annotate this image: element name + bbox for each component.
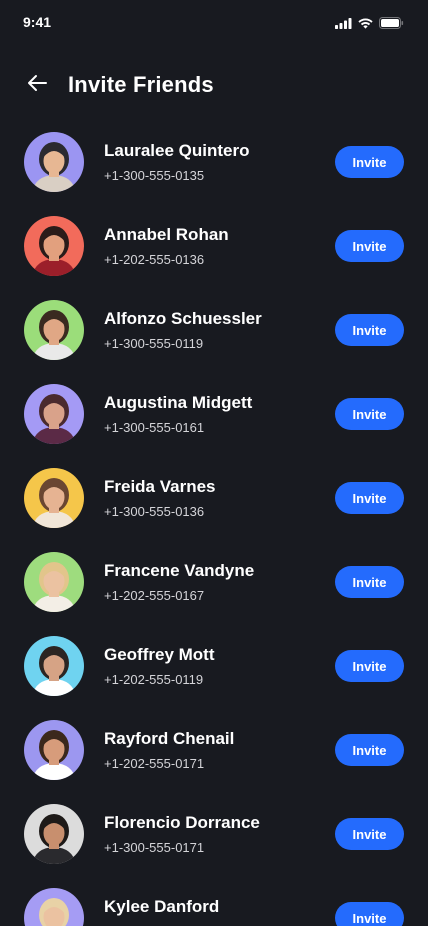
- friend-phone: +1-300-555-0136: [104, 504, 205, 519]
- avatar[interactable]: [24, 804, 84, 864]
- friend-name: Augustina Midgett: [104, 393, 253, 412]
- invite-button[interactable]: Invite: [335, 482, 404, 514]
- avatar-photo: [24, 804, 84, 864]
- invite-button[interactable]: Invite: [335, 734, 404, 766]
- invite-button[interactable]: Invite: [335, 230, 404, 262]
- friend-name: Alfonzo Schuessler: [104, 309, 262, 328]
- friend-phone: +1-300-555-0161: [104, 420, 205, 435]
- avatar[interactable]: [24, 888, 84, 926]
- avatar-photo: [24, 636, 84, 696]
- avatar[interactable]: [24, 384, 84, 444]
- avatar-photo: [24, 216, 84, 276]
- wifi-icon: [358, 16, 373, 34]
- avatar-photo: [24, 132, 84, 192]
- friend-name: Florencio Dorrance: [104, 813, 260, 832]
- friend-row: Freida Varnes +1-300-555-0136 Invite: [0, 456, 428, 540]
- invite-button[interactable]: Invite: [335, 902, 404, 926]
- friend-phone: +1-202-555-0167: [104, 588, 205, 603]
- avatar[interactable]: [24, 552, 84, 612]
- friend-name: Geoffrey Mott: [104, 645, 215, 664]
- friend-phone: +1-202-555-0136: [104, 252, 205, 267]
- avatar-photo: [24, 384, 84, 444]
- status-time: 9:41: [23, 14, 52, 30]
- avatar[interactable]: [24, 468, 84, 528]
- friend-row: Lauralee Quintero +1-300-555-0135 Invite: [0, 120, 428, 204]
- friend-name: Rayford Chenail: [104, 729, 235, 748]
- friend-row: Florencio Dorrance +1-300-555-0171 Invite: [0, 792, 428, 876]
- friend-row: Augustina Midgett +1-300-555-0161 Invite: [0, 372, 428, 456]
- friend-phone: +1-202-555-0171: [104, 756, 205, 771]
- avatar[interactable]: [24, 216, 84, 276]
- friend-row: Kylee Danford+1-202-555-0136Invite: [0, 876, 428, 926]
- friend-name: Annabel Rohan: [104, 225, 229, 244]
- header: Invite Friends: [0, 60, 428, 110]
- status-bar: 9:41: [0, 0, 428, 44]
- avatar-photo: [24, 468, 84, 528]
- friend-name: Kylee Danford: [104, 897, 220, 916]
- invite-button[interactable]: Invite: [335, 566, 404, 598]
- invite-button[interactable]: Invite: [335, 818, 404, 850]
- friend-name: Francene Vandyne: [104, 561, 255, 580]
- invite-button[interactable]: Invite: [335, 146, 404, 178]
- arrow-left-icon: [26, 74, 48, 97]
- avatar[interactable]: [24, 720, 84, 780]
- friend-name: Freida Varnes: [104, 477, 216, 496]
- friend-row: Annabel Rohan +1-202-555-0136 Invite: [0, 204, 428, 288]
- friends-list: Lauralee Quintero +1-300-555-0135 Invite An…: [0, 120, 428, 926]
- back-button[interactable]: [22, 71, 52, 99]
- battery-icon: [379, 16, 404, 34]
- invite-button[interactable]: Invite: [335, 314, 404, 346]
- invite-button[interactable]: Invite: [335, 398, 404, 430]
- avatar[interactable]: [24, 300, 84, 360]
- friend-row: Rayford Chenail +1-202-555-0171 Invite: [0, 708, 428, 792]
- friend-phone: +1-202-555-0119: [104, 672, 204, 687]
- friend-phone: +1-300-555-0171: [104, 840, 205, 855]
- avatar-photo: [24, 720, 84, 780]
- avatar[interactable]: [24, 636, 84, 696]
- avatar-photo: [24, 552, 84, 612]
- avatar-photo: [24, 300, 84, 360]
- friend-row: Francene Vandyne +1-202-555-0167 Invite: [0, 540, 428, 624]
- page-title: Invite Friends: [68, 72, 214, 97]
- friend-phone: +1-300-555-0135: [104, 168, 205, 183]
- status-icons: [335, 16, 404, 34]
- friend-name: Lauralee Quintero: [104, 141, 250, 160]
- friend-row: Alfonzo Schuessler +1-300-555-0119 Invite: [0, 288, 428, 372]
- invite-button[interactable]: Invite: [335, 650, 404, 682]
- friend-row: Geoffrey Mott +1-202-555-0119 Invite: [0, 624, 428, 708]
- avatar-photo: [24, 888, 84, 926]
- signal-icon: [335, 16, 352, 34]
- friend-phone: +1-300-555-0119: [104, 336, 204, 351]
- avatar[interactable]: [24, 132, 84, 192]
